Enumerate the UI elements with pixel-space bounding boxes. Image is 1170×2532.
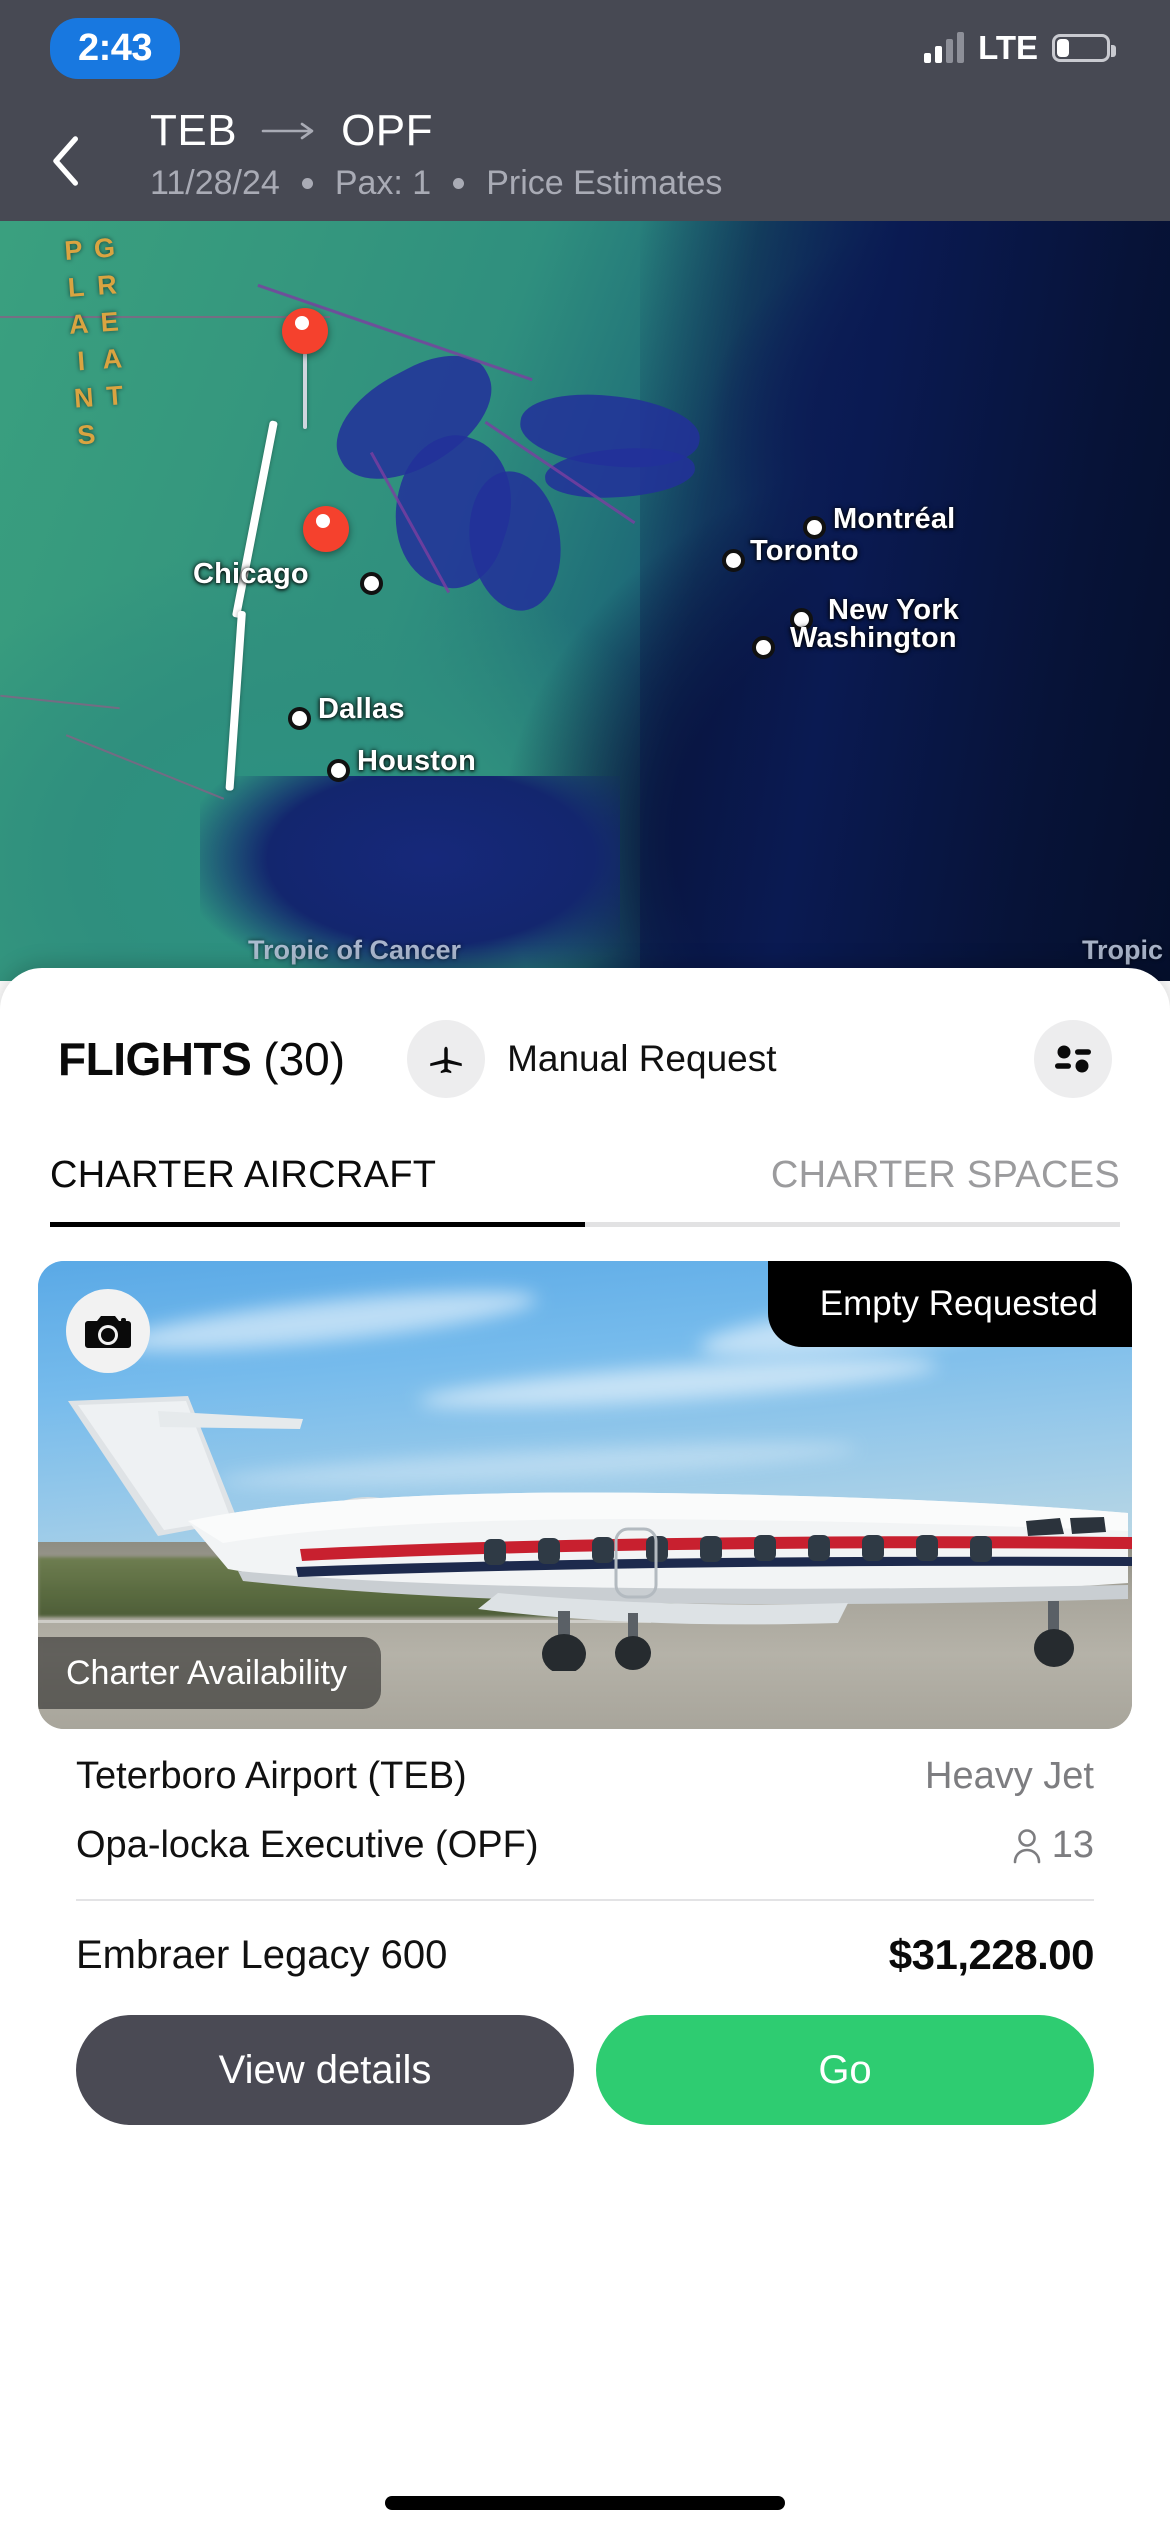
go-button[interactable]: Go bbox=[596, 2015, 1094, 2125]
city-label-houston: Houston bbox=[357, 745, 476, 777]
destination-code: OPF bbox=[341, 106, 434, 155]
status-badge: Empty Requested bbox=[767, 1261, 1132, 1347]
network-type-label: LTE bbox=[978, 29, 1038, 66]
destination-airport: Opa-locka Executive (OPF) bbox=[76, 1824, 539, 1866]
pricing-mode: Price Estimates bbox=[486, 164, 723, 202]
city-marker-houston bbox=[327, 759, 350, 782]
tab-charter-spaces-label: CHARTER SPACES bbox=[770, 1154, 1120, 1196]
sheet-header: FLIGHTS (30) Manual Request bbox=[0, 968, 1170, 1098]
map-region-label: GREAT PLAINS bbox=[57, 232, 132, 458]
city-label-montreal: Montréal bbox=[833, 503, 956, 535]
city-marker-toronto bbox=[722, 549, 745, 572]
availability-badge: Charter Availability bbox=[38, 1637, 381, 1709]
origin-airport: Teterboro Airport (TEB) bbox=[76, 1755, 467, 1797]
aircraft-category: Heavy Jet bbox=[925, 1755, 1094, 1797]
flights-bottom-sheet: FLIGHTS (30) Manual Request CHARTER AIRC… bbox=[0, 968, 1170, 2532]
page-header: TEB OPF 11/28/24 Pax: 1 Price Estimates bbox=[0, 96, 1170, 221]
private-jet-illustration bbox=[68, 1396, 1132, 1671]
route-title: TEB OPF bbox=[150, 106, 433, 156]
charter-tabs: CHARTER AIRCRAFT CHARTER SPACES bbox=[0, 1154, 1170, 1227]
trip-date: 11/28/24 bbox=[150, 164, 280, 202]
tropic-of-cancer-label-right: Tropic o bbox=[1082, 935, 1170, 965]
price-row: Embraer Legacy 600 $31,228.00 bbox=[76, 1901, 1095, 1979]
tropic-of-cancer-label-left: Tropic of Cancer bbox=[248, 935, 462, 965]
route-subtitle: 11/28/24 Pax: 1 Price Estimates bbox=[150, 164, 722, 203]
city-label-washington: Washington bbox=[790, 622, 957, 654]
status-indicators: LTE bbox=[924, 29, 1116, 67]
flights-count: (30) bbox=[263, 1033, 346, 1085]
city-marker-dallas bbox=[288, 707, 311, 730]
price-amount: $31,228.00 bbox=[888, 1931, 1095, 1978]
tab-charter-aircraft[interactable]: CHARTER AIRCRAFT bbox=[50, 1154, 585, 1227]
destination-pin[interactable] bbox=[303, 506, 349, 552]
airplane-icon bbox=[407, 1020, 486, 1098]
back-button[interactable] bbox=[30, 126, 100, 196]
card-actions: View details Go bbox=[38, 1979, 1132, 2125]
bullet-separator-icon bbox=[453, 178, 465, 189]
tab-charter-aircraft-label: CHARTER AIRCRAFT bbox=[50, 1154, 437, 1196]
camera-icon bbox=[85, 1316, 131, 1348]
filter-sliders-icon-glyph bbox=[1055, 1045, 1091, 1073]
flights-title: FLIGHTS bbox=[58, 1033, 252, 1085]
bullet-separator-icon bbox=[301, 178, 313, 189]
airplane-icon-glyph bbox=[430, 1046, 462, 1074]
destination-row: Opa-locka Executive (OPF) 13 bbox=[76, 1798, 1094, 1867]
battery-icon bbox=[1052, 34, 1116, 62]
flight-details: Teterboro Airport (TEB) Heavy Jet Opa-lo… bbox=[38, 1729, 1132, 1979]
status-time-pill: 2:43 bbox=[50, 17, 181, 79]
manual-request-button[interactable]: Manual Request bbox=[407, 1020, 777, 1098]
aircraft-name: Embraer Legacy 600 bbox=[76, 1932, 448, 1977]
aircraft-photo[interactable]: Empty Requested Charter Availability bbox=[38, 1261, 1132, 1729]
arrow-right-icon bbox=[261, 122, 314, 140]
camera-button[interactable] bbox=[66, 1289, 150, 1373]
route-map[interactable]: GREAT PLAINS Montréal Toronto Chicago Ne… bbox=[0, 221, 1170, 981]
status-bar: 2:43 LTE bbox=[0, 0, 1170, 96]
home-indicator bbox=[385, 2496, 785, 2510]
seats-info: 13 bbox=[1012, 1824, 1094, 1867]
manual-request-label: Manual Request bbox=[507, 1038, 777, 1079]
chevron-left-icon bbox=[53, 136, 78, 186]
tab-charter-spaces[interactable]: CHARTER SPACES bbox=[585, 1154, 1120, 1227]
origin-row: Teterboro Airport (TEB) Heavy Jet bbox=[76, 1729, 1094, 1798]
city-label-toronto: Toronto bbox=[750, 535, 859, 567]
passenger-count: Pax: 1 bbox=[334, 164, 432, 202]
origin-pin[interactable] bbox=[282, 308, 328, 354]
signal-strength-icon bbox=[924, 32, 965, 63]
city-marker-chicago bbox=[360, 572, 383, 595]
origin-code: TEB bbox=[150, 106, 238, 155]
view-details-button[interactable]: View details bbox=[76, 2015, 574, 2125]
flight-card: Empty Requested Charter Availability Tet… bbox=[0, 1227, 1170, 2125]
route-path-upper bbox=[303, 353, 307, 429]
city-label-chicago: Chicago bbox=[193, 558, 309, 590]
seats-count: 13 bbox=[1051, 1824, 1094, 1866]
person-icon bbox=[1013, 1828, 1041, 1863]
city-label-dallas: Dallas bbox=[318, 693, 405, 725]
filter-sliders-icon[interactable] bbox=[1034, 1020, 1112, 1098]
city-marker-washington bbox=[752, 636, 775, 659]
